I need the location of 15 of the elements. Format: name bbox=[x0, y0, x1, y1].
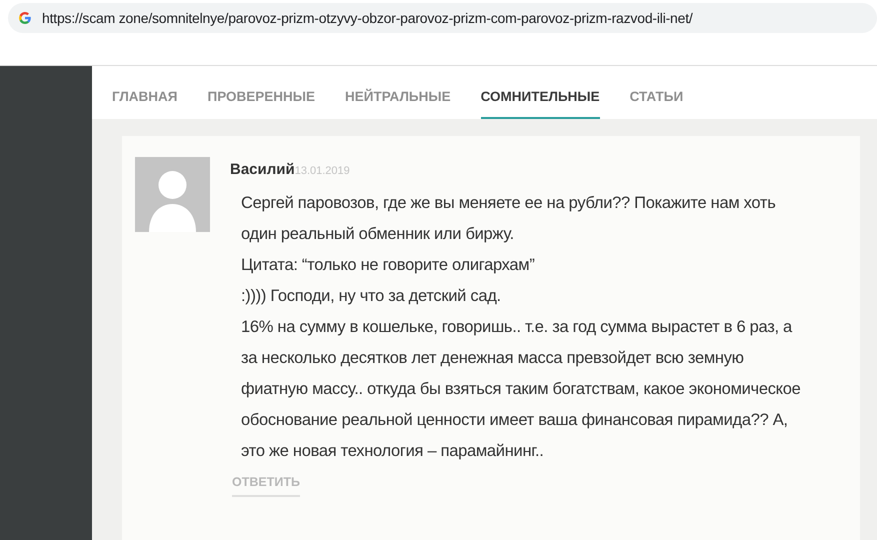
comment-text: :)))) Господи, ну что за детский сад. bbox=[241, 286, 502, 307]
author-name: Василий bbox=[230, 161, 295, 178]
avatar-icon bbox=[135, 157, 210, 232]
nav-tab[interactable]: ПРОВЕРЕННЫЕ bbox=[208, 89, 316, 119]
nav-tab[interactable]: НЕЙТРАЛЬНЫЕ bbox=[345, 89, 451, 119]
reply-link[interactable]: ОТВЕТИТЬ bbox=[232, 475, 300, 497]
nav-tab[interactable]: ГЛАВНАЯ bbox=[112, 89, 178, 119]
google-icon bbox=[18, 11, 32, 25]
comment-text: Цитата: “только не говорите олигархам” bbox=[241, 255, 536, 276]
nav-tab[interactable]: СТАТЬИ bbox=[630, 89, 684, 119]
url-text: https://scam zone/somnitelnye/parovoz-prizm-otzyvy-obzor-parovoz-prizm-com-parovoz-prizm-razvod-ili-net/ bbox=[42, 10, 693, 26]
address-bar[interactable]: https://scam zone/somnitelnye/parovoz-prizm-otzyvy-obzor-parovoz-prizm-com-parovoz-prizm-razvod-ili-net/ bbox=[8, 3, 877, 33]
comment-text: Сергей паровозов, где же вы меняете ее на рубли?? Покажите нам хоть один реальный обменник или биржу. bbox=[241, 193, 776, 245]
comment-text: 16% на сумму в кошельке, говоришь.. т.е. за год сумма вырастет в 6 раз, а за несколько десятков лет денежная масса превзойдет всю земную фиатную массу.. откуда бы взяться таким богатствам, какое экономическое обоснование реальной ценности имеет ваша финансовая пирамида?? А, это же новая технология – парамайнинг.. bbox=[241, 317, 802, 462]
nav-tab[interactable]: СОМНИТЕЛЬНЫЕ bbox=[480, 89, 600, 119]
